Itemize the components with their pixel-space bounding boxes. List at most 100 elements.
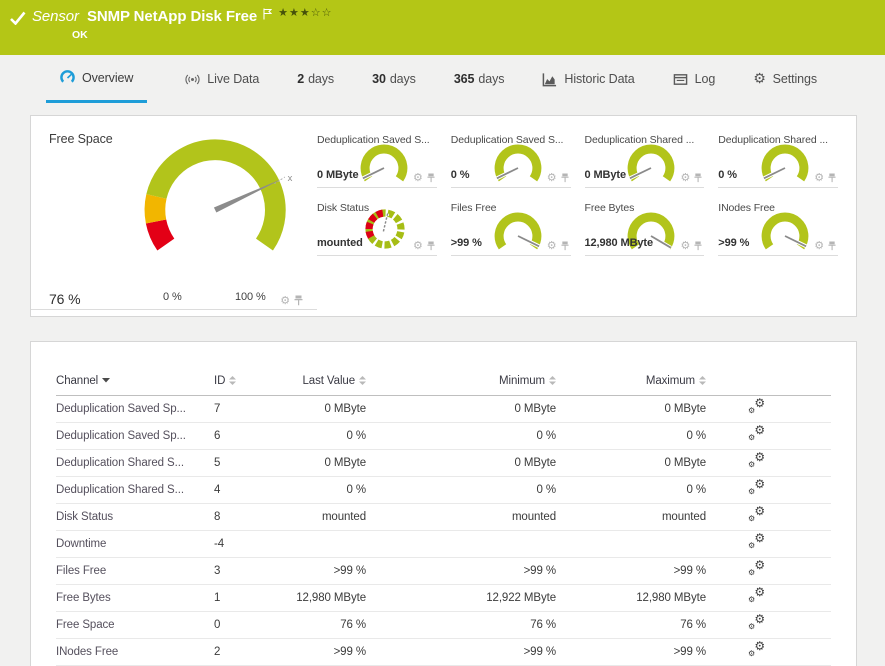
gauge-value: 0 MByte [317, 169, 358, 181]
channel-settings-gears-icon[interactable]: ⚙⚙ [748, 589, 765, 604]
tab-historic-data[interactable]: Historic Data [542, 55, 634, 103]
flag-icon[interactable] [263, 7, 272, 25]
channel-name[interactable]: INodes Free [56, 646, 214, 658]
maximum-value: 0 MByte [556, 403, 706, 415]
sort-desc-icon [102, 378, 110, 383]
channels-table-panel: Channel ID Last Value Minimum Maximum [30, 341, 857, 666]
pin-icon[interactable] [561, 173, 569, 183]
tab-log[interactable]: Log [673, 55, 716, 103]
channel-settings-gears-icon[interactable]: ⚙⚙ [748, 481, 765, 496]
channel-settings-gear-icon[interactable]: ⚙ [680, 240, 690, 251]
pin-icon[interactable] [427, 173, 435, 183]
minimum-value: 12,922 MByte [366, 592, 556, 604]
tab-label: Overview [82, 71, 133, 85]
channel-settings-gears-icon[interactable]: ⚙⚙ [748, 427, 765, 442]
pin-icon[interactable] [694, 173, 702, 183]
column-header-minimum[interactable]: Minimum [366, 375, 556, 387]
channel-settings-gears-icon[interactable]: ⚙⚙ [748, 616, 765, 631]
channel-id: 4 [214, 484, 271, 496]
channel-settings-gear-icon[interactable]: ⚙ [547, 172, 557, 183]
channel-settings-gears-icon[interactable]: ⚙⚙ [748, 643, 765, 658]
table-row: Downtime -4 ⚙⚙ [56, 531, 831, 558]
sort-icon [549, 376, 556, 385]
channel-id: 8 [214, 511, 271, 523]
table-row: Free Space 0 76 % 76 % 76 % ⚙⚙ [56, 612, 831, 639]
minimum-value: 0 % [366, 484, 556, 496]
tab-live-data[interactable]: Live Data [185, 55, 259, 103]
last-value: mounted [271, 511, 366, 523]
live-data-icon [185, 72, 200, 87]
pin-icon[interactable] [427, 241, 435, 251]
pin-icon[interactable] [561, 241, 569, 251]
maximum-value: >99 % [556, 646, 706, 658]
gauge-tile-free-bytes: Free Bytes 12,980 MByte ⚙ [585, 198, 705, 256]
gauge-tile-dedup-saved-bytes: Deduplication Saved S... 0 MByte ⚙ [317, 130, 437, 188]
channel-id: 3 [214, 565, 271, 577]
channel-settings-gears-icon[interactable]: ⚙⚙ [748, 508, 765, 523]
gear-icon: ⚙ [753, 72, 765, 86]
channel-settings-gears-icon[interactable]: ⚙⚙ [748, 562, 765, 577]
mini-gauge [758, 141, 812, 186]
channel-name[interactable]: Deduplication Shared S... [56, 484, 214, 496]
gauge-value: 76 % [49, 291, 81, 307]
gauge-value: 0 % [451, 169, 470, 181]
gauge-value: 12,980 MByte [585, 237, 654, 249]
sort-icon [699, 376, 706, 385]
channel-settings-gear-icon[interactable]: ⚙ [413, 240, 423, 251]
column-header-last-value[interactable]: Last Value [271, 375, 366, 387]
channel-name[interactable]: Disk Status [56, 511, 214, 523]
gauge-tile-inodes-free: INodes Free >99 % ⚙ [718, 198, 838, 256]
column-header-maximum[interactable]: Maximum [556, 375, 706, 387]
priority-stars[interactable]: ★★★☆☆ [278, 6, 332, 19]
channel-name[interactable]: Free Space [56, 619, 214, 631]
pin-icon[interactable] [828, 173, 836, 183]
channel-name[interactable]: Free Bytes [56, 592, 214, 604]
column-header-channel[interactable]: Channel [56, 375, 214, 387]
tab-30-days[interactable]: 30days [372, 55, 416, 103]
stars-empty: ☆☆ [311, 7, 333, 19]
maximum-value: 0 % [556, 430, 706, 442]
tab-bar: Overview Live Data 2days 30days 365days … [0, 55, 885, 103]
channel-name[interactable]: Downtime [56, 538, 214, 550]
status-badge: OK [72, 29, 875, 41]
channel-settings-gear-icon[interactable]: ⚙ [547, 240, 557, 251]
column-header-id[interactable]: ID [214, 375, 271, 387]
table-row: Deduplication Saved Sp... 6 0 % 0 % 0 % … [56, 423, 831, 450]
last-value: >99 % [271, 646, 366, 658]
tab-2-days[interactable]: 2days [297, 55, 334, 103]
table-row: Disk Status 8 mounted mounted mounted ⚙⚙ [56, 504, 831, 531]
channel-settings-gear-icon[interactable]: ⚙ [680, 172, 690, 183]
minimum-value: 0 % [366, 430, 556, 442]
tab-settings[interactable]: ⚙ Settings [753, 55, 817, 103]
pin-icon[interactable] [294, 295, 303, 306]
log-icon [673, 72, 688, 87]
gauge-icon [60, 70, 75, 85]
channel-name[interactable]: Deduplication Shared S... [56, 457, 214, 469]
channel-settings-gears-icon[interactable]: ⚙⚙ [748, 535, 765, 550]
tab-365-days[interactable]: 365days [454, 55, 505, 103]
channel-settings-gear-icon[interactable]: ⚙ [814, 240, 824, 251]
maximum-value: 0 MByte [556, 457, 706, 469]
channel-name[interactable]: Files Free [56, 565, 214, 577]
channel-name[interactable]: Deduplication Saved Sp... [56, 403, 214, 415]
pin-icon[interactable] [694, 241, 702, 251]
minimum-value: >99 % [366, 646, 556, 658]
channel-settings-gear-icon[interactable]: ⚙ [280, 295, 290, 306]
last-value: >99 % [271, 565, 366, 577]
channel-settings-gears-icon[interactable]: ⚙⚙ [748, 400, 765, 415]
channel-id: 1 [214, 592, 271, 604]
channel-settings-gears-icon[interactable]: ⚙⚙ [748, 454, 765, 469]
mini-gauge [491, 209, 545, 254]
channel-settings-gear-icon[interactable]: ⚙ [814, 172, 824, 183]
free-space-gauge-tile: Free Space x 76 % 0 % 100 % ⚙ [31, 116, 311, 316]
channel-name[interactable]: Deduplication Saved Sp... [56, 430, 214, 442]
tab-number: 2 [297, 72, 304, 86]
mini-gauges-grid: Deduplication Saved S... 0 MByte ⚙ Dedup… [311, 116, 856, 316]
pin-icon[interactable] [828, 241, 836, 251]
table-row: Deduplication Shared S... 4 0 % 0 % 0 % … [56, 477, 831, 504]
channel-settings-gear-icon[interactable]: ⚙ [413, 172, 423, 183]
tab-label: Historic Data [564, 72, 634, 86]
channel-id: 6 [214, 430, 271, 442]
sensor-name: SNMP NetApp Disk Free [87, 8, 257, 25]
tab-overview[interactable]: Overview [46, 55, 147, 103]
